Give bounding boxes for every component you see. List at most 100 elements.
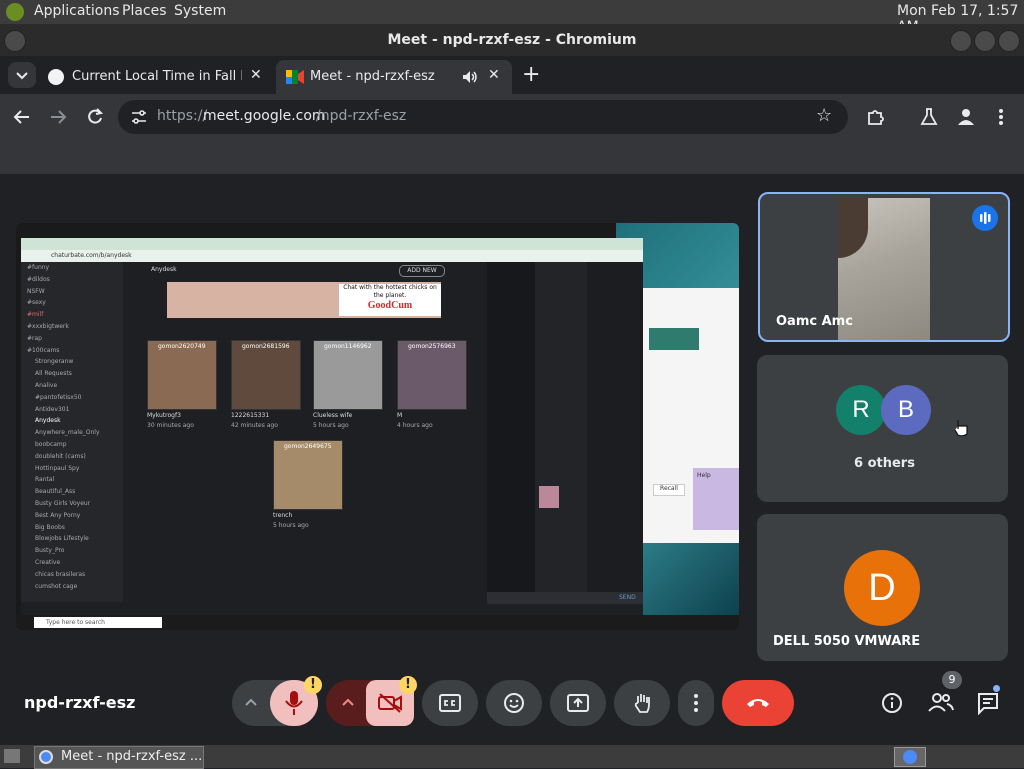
sidebar-channel[interactable]: #milf bbox=[27, 311, 43, 318]
close-window-button[interactable] bbox=[998, 30, 1020, 52]
tab-meet[interactable]: Meet - npd-rzxf-esz ✕ bbox=[276, 60, 512, 94]
sidebar-channel[interactable]: NSFW bbox=[27, 288, 45, 295]
sidebar-channel[interactable]: #100cams bbox=[27, 347, 59, 354]
menu-kebab-icon[interactable] bbox=[996, 107, 1006, 127]
remote-taskbar: Type here to search bbox=[16, 615, 739, 630]
others-tile[interactable]: R B 6 others bbox=[757, 355, 1008, 502]
close-tab-icon[interactable]: ✕ bbox=[250, 67, 262, 83]
sidebar-channel[interactable]: #rap bbox=[27, 335, 42, 342]
sidebar-channel[interactable]: Analive bbox=[35, 382, 57, 389]
media-thumbnail: gomon2649675 bbox=[273, 440, 343, 510]
participant-tile-oamc[interactable]: Oamc Amc bbox=[758, 192, 1010, 342]
media-card[interactable]: gomon2681596 1222615331 42 minutes ago bbox=[231, 340, 303, 434]
media-card[interactable]: gomon2576963 M 4 hours ago bbox=[397, 340, 469, 434]
menu-applications[interactable]: Applications bbox=[34, 3, 120, 19]
sidebar-channel[interactable]: Busty Girls Voyeur bbox=[35, 500, 90, 507]
sidebar-channel[interactable]: chicas brasileras bbox=[35, 571, 85, 578]
sidebar-channel[interactable]: #xxxbigtwerk bbox=[27, 323, 69, 330]
audio-playing-icon[interactable] bbox=[462, 70, 478, 84]
sidebar-channel[interactable]: #dildos bbox=[27, 276, 50, 283]
remote-tab-strip bbox=[21, 238, 643, 250]
background-window: Help Recall bbox=[643, 288, 739, 543]
sidebar-channel[interactable]: Hottinpaul Spy bbox=[35, 465, 79, 472]
media-card[interactable]: gomon2649675 trench 5 hours ago bbox=[273, 440, 345, 534]
raise-hand-button[interactable] bbox=[614, 680, 670, 726]
chat-icon[interactable] bbox=[976, 691, 1002, 715]
site-info-icon[interactable] bbox=[130, 109, 148, 125]
workspace-switcher[interactable] bbox=[894, 747, 926, 767]
new-tab-icon[interactable]: + bbox=[522, 62, 540, 87]
address-bar[interactable]: https:// meet.google.com /npd-rzxf-esz ☆ bbox=[118, 100, 848, 134]
sidebar-channel[interactable]: Antidev301 bbox=[35, 406, 69, 413]
meeting-info-icon[interactable] bbox=[880, 691, 904, 715]
chevron-up-icon[interactable] bbox=[341, 697, 355, 707]
extensions-icon[interactable] bbox=[866, 107, 886, 127]
remote-search-box[interactable]: Type here to search bbox=[34, 617, 162, 628]
emoji-icon bbox=[504, 693, 524, 713]
show-desktop-icon[interactable] bbox=[4, 749, 20, 763]
sidebar-channel[interactable]: Beautiful_Ass bbox=[35, 488, 75, 495]
sidebar-channel[interactable]: doublehit (cams) bbox=[35, 453, 86, 460]
minimize-button[interactable] bbox=[950, 30, 972, 52]
sidebar-channel[interactable]: cumshot cage bbox=[35, 583, 77, 590]
sidebar-channel[interactable]: Rantal bbox=[35, 476, 54, 483]
send-button[interactable]: SEND bbox=[619, 594, 636, 601]
reactions-button[interactable] bbox=[486, 680, 542, 726]
ad-banner[interactable]: Chat with the hottest chicks on the plan… bbox=[167, 282, 441, 318]
reload-icon[interactable] bbox=[85, 107, 105, 127]
gnome-logo-icon[interactable] bbox=[6, 3, 24, 21]
sidebar-channel[interactable]: #funny bbox=[27, 264, 49, 271]
sidebar-channel[interactable]: All Requests bbox=[35, 370, 72, 377]
header-block bbox=[649, 328, 699, 350]
sidebar-channel[interactable]: Strongeranw bbox=[35, 358, 73, 365]
profile-icon[interactable] bbox=[956, 107, 976, 127]
more-options-button[interactable] bbox=[678, 680, 714, 726]
sidebar-channel[interactable]: Anydesk bbox=[35, 417, 61, 424]
remote-url: chaturbate.com/b/anydesk bbox=[51, 252, 132, 259]
chat-notification-dot bbox=[993, 685, 1000, 692]
maximize-button[interactable] bbox=[974, 30, 996, 52]
menu-system[interactable]: System bbox=[174, 3, 226, 19]
recall-button[interactable]: Recall bbox=[653, 484, 685, 496]
avatar-r: R bbox=[836, 385, 886, 435]
url-path: /npd-rzxf-esz bbox=[316, 108, 407, 124]
sidebar-channel[interactable]: boobcamp bbox=[35, 441, 67, 448]
sidebar-channel[interactable]: #sexy bbox=[27, 299, 46, 306]
media-time: 30 minutes ago bbox=[147, 422, 194, 429]
media-card[interactable]: gomon1146962 Clueless wife 5 hours ago bbox=[313, 340, 385, 434]
member-column bbox=[587, 262, 643, 592]
participant-tile-dell[interactable]: D DELL 5050 VMWARE bbox=[757, 514, 1008, 661]
sidebar-channel[interactable]: Busty_Pro bbox=[35, 547, 64, 554]
menu-places[interactable]: Places bbox=[122, 3, 167, 19]
sidebar-channel[interactable]: Anywhere_male_Only bbox=[35, 429, 100, 436]
close-tab-icon[interactable]: ✕ bbox=[488, 67, 500, 83]
bookmark-star-icon[interactable]: ☆ bbox=[816, 105, 832, 126]
add-new-button[interactable]: ADD NEW bbox=[399, 265, 445, 277]
sidebar-channel[interactable]: Creative bbox=[35, 559, 60, 566]
window-menu-button[interactable] bbox=[4, 30, 26, 52]
sidebar-channel[interactable]: Best Any Porny bbox=[35, 512, 80, 519]
chat-input[interactable]: SEND bbox=[487, 592, 643, 604]
back-arrow-icon[interactable] bbox=[12, 108, 32, 126]
sidebar-channel[interactable]: Blowjobs Lifestyle bbox=[35, 535, 89, 542]
forward-arrow-icon[interactable] bbox=[48, 108, 68, 126]
sidebar-channel[interactable]: #pantofetisx50 bbox=[35, 394, 81, 401]
present-button[interactable] bbox=[550, 680, 606, 726]
tab-local-time[interactable]: Current Local Time in Fall Riv ✕ bbox=[40, 60, 272, 94]
window-titlebar[interactable]: Meet - npd-rzxf-esz - Chromium bbox=[0, 24, 1024, 56]
taskbar-window-button[interactable]: Meet - npd-rzxf-esz ... bbox=[34, 746, 204, 769]
labs-flask-icon[interactable] bbox=[920, 107, 938, 127]
remote-address-bar: chaturbate.com/b/anydesk bbox=[21, 250, 643, 262]
chevron-up-icon[interactable] bbox=[244, 697, 258, 707]
people-button[interactable] bbox=[928, 690, 954, 718]
tab-search-button[interactable] bbox=[8, 62, 36, 88]
media-user: gomon2681596 bbox=[242, 343, 290, 350]
captions-button[interactable] bbox=[422, 680, 478, 726]
leave-call-button[interactable] bbox=[722, 680, 794, 726]
video-shadow bbox=[838, 198, 868, 258]
presentation-tile[interactable]: Help Recall chaturbate.com/b/anydesk #fu… bbox=[16, 223, 739, 630]
sidebar-channel[interactable]: Big Boobs bbox=[35, 524, 65, 531]
help-text: Help bbox=[697, 472, 711, 479]
media-card[interactable]: gomon2620749 Mykutrogf3 30 minutes ago bbox=[147, 340, 219, 434]
media-time: 42 minutes ago bbox=[231, 422, 278, 429]
